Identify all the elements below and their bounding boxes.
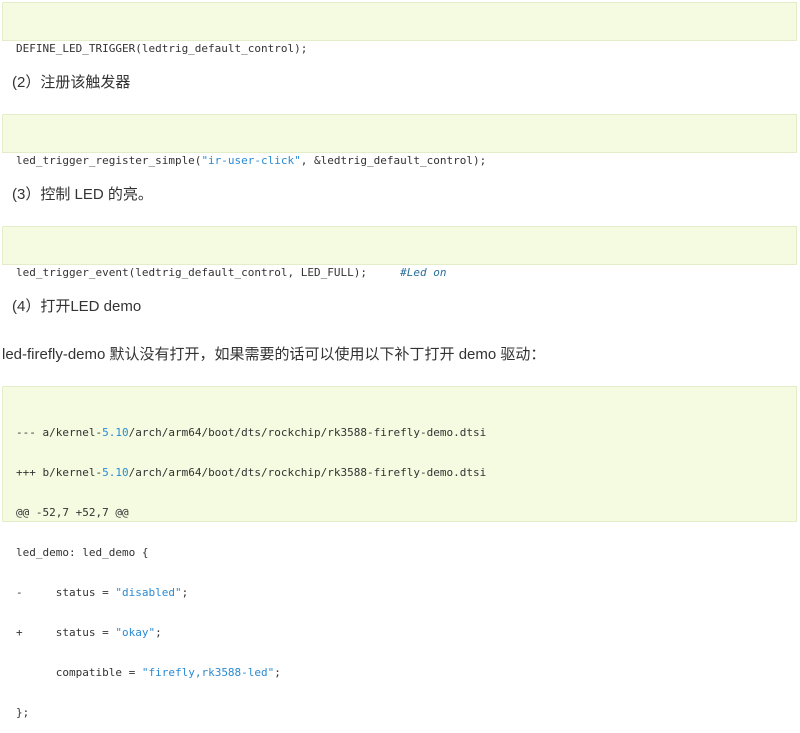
paragraph-patch-intro: led-firefly-demo 默认没有打开，如果需要的话可以使用以下补丁打开…	[2, 346, 546, 363]
code-text: ;	[181, 586, 189, 599]
code-text: ;	[155, 626, 162, 639]
code-line: @@ -52,7 +52,7 @@	[16, 506, 129, 519]
code-text: led_trigger_register_simple(	[16, 154, 202, 167]
code-line: +++ b/kernel-5.10/arch/arm64/boot/dts/ro…	[3, 466, 796, 480]
code-line: compatible = "firefly,rk3588-led";	[3, 666, 796, 680]
code-string: "firefly,rk3588-led"	[141, 666, 275, 679]
heading-open-led-demo: (4）打开LED demo	[12, 298, 142, 315]
code-text: , &ledtrig_default_control);	[300, 154, 487, 167]
code-line: led_trigger_event(ledtrig_default_contro…	[3, 266, 796, 280]
code-text: - status =	[16, 586, 116, 599]
code-block-patch: --- a/kernel-5.10/arch/arm64/boot/dts/ro…	[2, 386, 797, 719]
code-number: 5.10	[102, 466, 129, 479]
code-block-define-trigger: DEFINE_LED_TRIGGER(ledtrig_default_contr…	[2, 2, 797, 55]
code-text: ;	[274, 666, 281, 679]
code-text: +++ b/kernel-	[16, 466, 103, 479]
code-text: led_trigger_event(ledtrig_default_contro…	[16, 266, 401, 279]
code-block-trigger-event: led_trigger_event(ledtrig_default_contro…	[2, 226, 797, 279]
code-text: compatible =	[16, 666, 142, 679]
code-line: };	[16, 706, 30, 719]
code-text: + status =	[16, 626, 116, 639]
heading-control-led: (3）控制 LED 的亮。	[12, 186, 153, 203]
code-text: /arch/arm64/boot/dts/rockchip/rk3588-fir…	[128, 426, 487, 439]
code-line: led_trigger_register_simple("ir-user-cli…	[3, 154, 796, 168]
code-string: "okay"	[115, 626, 156, 639]
code-comment: #Led on	[400, 266, 447, 279]
code-line: --- a/kernel-5.10/arch/arm64/boot/dts/ro…	[3, 426, 796, 440]
code-string: "ir-user-click"	[201, 154, 301, 167]
code-text: /arch/arm64/boot/dts/rockchip/rk3588-fir…	[128, 466, 487, 479]
code-text: --- a/kernel-	[16, 426, 103, 439]
code-number: 5.10	[102, 426, 129, 439]
code-line: - status = "disabled";	[3, 586, 796, 600]
code-line: led_demo: led_demo {	[16, 546, 149, 559]
code-line: + status = "okay";	[3, 626, 796, 640]
code-line: DEFINE_LED_TRIGGER(ledtrig_default_contr…	[16, 42, 308, 55]
code-block-register-trigger: led_trigger_register_simple("ir-user-cli…	[2, 114, 797, 167]
heading-register-trigger: (2）注册该触发器	[12, 74, 131, 91]
code-string: "disabled"	[115, 586, 182, 599]
